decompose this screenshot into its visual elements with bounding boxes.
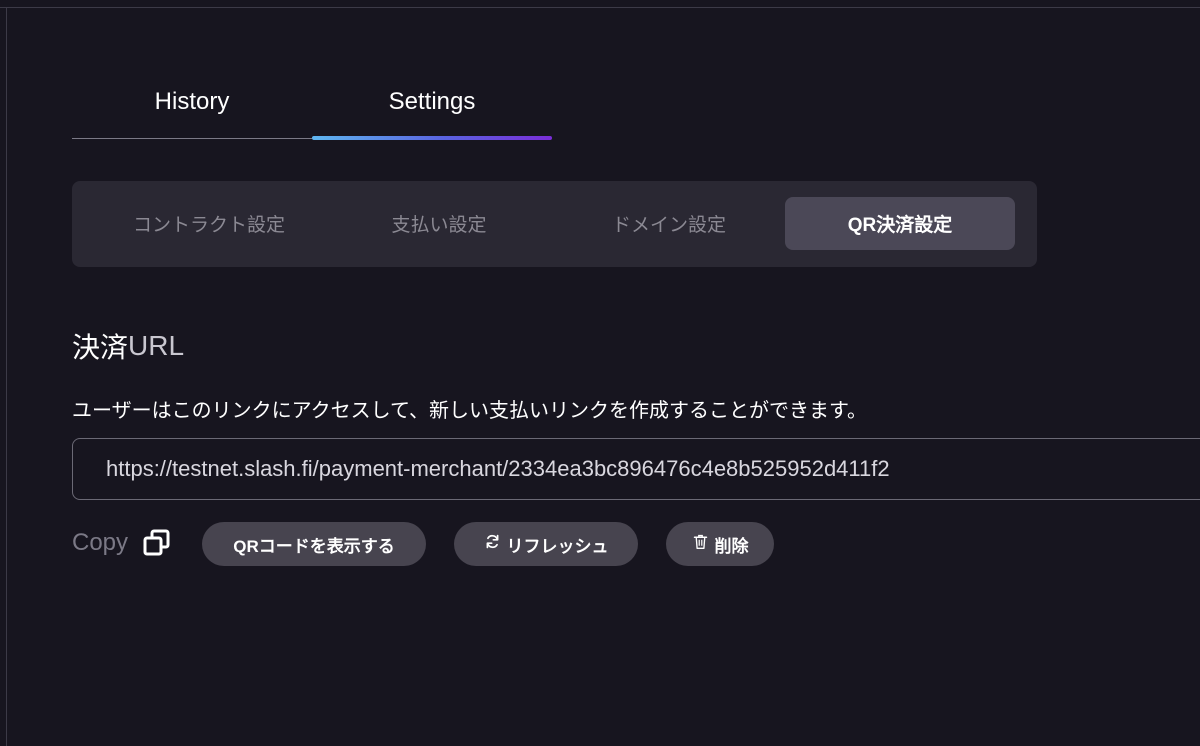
- copy-button[interactable]: Copy: [72, 523, 172, 563]
- delete-label: 削除: [714, 536, 749, 556]
- copy-icon: [142, 528, 172, 558]
- tab-history[interactable]: History: [72, 64, 312, 140]
- refresh-label: リフレッシュ: [506, 536, 609, 556]
- settings-tab-qr-payment[interactable]: QR決済設定: [785, 197, 1015, 250]
- settings-segmented-nav: コントラクト設定 支払い設定 ドメイン設定 QR決済設定: [72, 181, 1037, 267]
- payment-url-field[interactable]: [72, 438, 1200, 500]
- show-qr-code-label: QRコードを表示する: [233, 536, 395, 556]
- trash-icon: [692, 533, 709, 555]
- settings-tab-contract[interactable]: コントラクト設定: [94, 197, 324, 250]
- section-description: ユーザーはこのリンクにアクセスして、新しい支払いリンクを作成することができます。: [72, 399, 867, 422]
- active-tab-indicator: [312, 136, 552, 140]
- window-left-border: [6, 8, 7, 746]
- refresh-button[interactable]: リフレッシュ: [454, 522, 638, 566]
- refresh-icon: [484, 533, 501, 555]
- tabs-divider: [72, 138, 312, 139]
- delete-button[interactable]: 削除: [666, 522, 774, 566]
- copy-label: Copy: [72, 529, 129, 556]
- section-title: 決済 URL: [72, 326, 184, 366]
- main-tabs: History Settings: [72, 64, 552, 142]
- show-qr-code-button[interactable]: QRコードを表示する: [202, 522, 426, 566]
- section-title-main: 決済: [72, 332, 129, 363]
- settings-tab-payment[interactable]: 支払い設定: [324, 197, 554, 250]
- settings-tab-domain[interactable]: ドメイン設定: [554, 197, 784, 250]
- tab-settings[interactable]: Settings: [312, 64, 552, 140]
- section-title-url: URL: [128, 330, 185, 361]
- window-top-border: [0, 0, 1200, 8]
